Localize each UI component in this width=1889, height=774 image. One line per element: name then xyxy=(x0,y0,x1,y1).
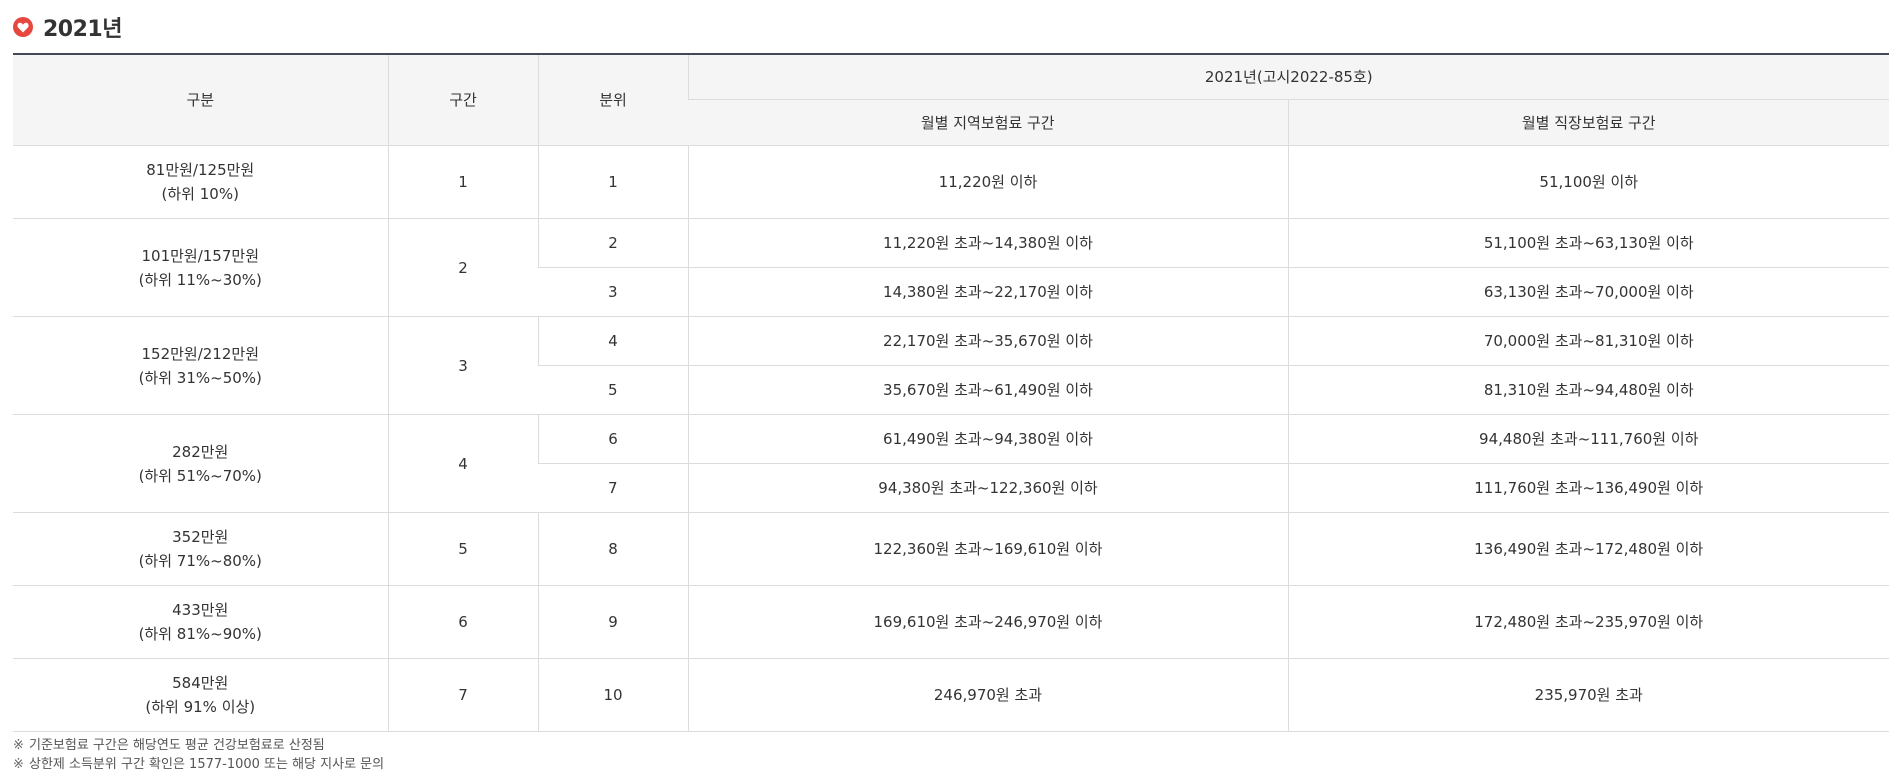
workplace-cell: 235,970원 초과 xyxy=(1287,658,1889,732)
header-regional: 월별 지역보험료 구간 xyxy=(688,99,1288,146)
band-cell: 3 xyxy=(387,316,538,415)
band-cell: 4 xyxy=(387,414,538,513)
workplace-cell: 136,490원 초과~172,480원 이하 xyxy=(1287,512,1889,586)
note-mark: ※ xyxy=(13,738,24,753)
header-band: 구간 xyxy=(387,54,538,146)
percentile-cell: 3 xyxy=(538,267,688,317)
heart-icon xyxy=(13,17,33,37)
workplace-cell: 63,130원 초과~70,000원 이하 xyxy=(1287,267,1889,317)
income-cell: 282만원 (하위 51%~70%) xyxy=(13,414,388,513)
workplace-cell: 81,310원 초과~94,480원 이하 xyxy=(1287,365,1889,415)
table-row: 282만원 (하위 51%~70%) 4 6 61,490원 초과~94,380… xyxy=(13,414,1889,513)
income-amount: 584만원 xyxy=(172,674,229,692)
band-cell: 1 xyxy=(387,145,538,219)
percentile-cell: 10 xyxy=(537,658,688,732)
workplace-cell: 111,760원 초과~136,490원 이하 xyxy=(1287,463,1889,513)
footnote-text: 상한제 소득분위 구간 확인은 1577-1000 또는 해당 지사로 문의 xyxy=(29,757,385,772)
premium-band-table: 구분 구간 분위 2021년(고시2022-85호) 월별 지역보험료 구간 월… xyxy=(13,53,1889,732)
regional-cell: 11,220원 초과~14,380원 이하 xyxy=(687,218,1288,268)
workplace-cell: 70,000원 초과~81,310원 이하 xyxy=(1287,316,1889,366)
percentile-cell: 6 xyxy=(537,414,688,464)
percentile-cell: 4 xyxy=(537,316,688,366)
income-range: (하위 51%~70%) xyxy=(138,466,262,485)
regional-cell: 61,490원 초과~94,380원 이하 xyxy=(687,414,1288,464)
income-range: (하위 71%~80%) xyxy=(138,552,262,570)
workplace-cell: 51,100원 초과~63,130원 이하 xyxy=(1287,218,1889,268)
percentile-cell: 9 xyxy=(537,585,688,659)
workplace-cell: 94,480원 초과~111,760원 이하 xyxy=(1287,414,1889,464)
footnote: ※ 기준보험료 구간은 해당연도 평균 건강보험료로 산정됨 xyxy=(13,736,384,755)
regional-cell: 169,610원 초과~246,970원 이하 xyxy=(687,585,1288,659)
regional-cell: 11,220원 이하 xyxy=(687,145,1288,219)
footnote: ※ 상한제 소득분위 구간 확인은 1577-1000 또는 해당 지사로 문의 xyxy=(13,755,384,774)
table-row: 152만원/212만원 (하위 31%~50%) 3 4 22,170원 초과~… xyxy=(13,316,1889,415)
table-row: 433만원 (하위 81%~90%) 6 9 169,610원 초과~246,9… xyxy=(13,585,1889,659)
income-cell: 101만원/157만원 (하위 11%~30%) xyxy=(13,218,388,317)
band-cell: 7 xyxy=(387,658,538,732)
band-cell: 6 xyxy=(387,585,538,659)
regional-cell: 94,380원 초과~122,360원 이하 xyxy=(687,463,1288,513)
income-cell: 433만원 (하위 81%~90%) xyxy=(13,585,388,659)
header-workplace: 월별 직장보험료 구간 xyxy=(1287,99,1889,146)
regional-cell: 246,970원 초과 xyxy=(687,658,1288,732)
header-percentile: 분위 xyxy=(537,54,688,146)
footnote-text: 기준보험료 구간은 해당연도 평균 건강보험료로 산정됨 xyxy=(29,738,325,753)
income-range: (하위 10%) xyxy=(161,185,239,203)
percentile-cell: 8 xyxy=(537,512,688,586)
workplace-cell: 51,100원 이하 xyxy=(1287,145,1889,219)
note-mark: ※ xyxy=(13,757,24,772)
income-cell: 81만원/125만원 (하위 10%) xyxy=(13,145,388,219)
header-group: 구분 xyxy=(13,54,388,146)
table-row: 101만원/157만원 (하위 11%~30%) 2 2 11,220원 초과~… xyxy=(13,218,1889,317)
table-row: 81만원/125만원 (하위 10%) 1 1 11,220원 이하 51,10… xyxy=(13,145,1889,219)
section-title: 2021년 xyxy=(43,17,122,42)
income-cell: 352만원 (하위 71%~80%) xyxy=(13,512,388,586)
band-cell: 5 xyxy=(387,512,538,586)
percentile-cell: 2 xyxy=(537,218,688,268)
income-amount: 352만원 xyxy=(172,528,229,546)
header-year-notice: 2021년(고시2022-85호) xyxy=(687,54,1889,100)
workplace-cell: 172,480원 초과~235,970원 이하 xyxy=(1287,585,1889,659)
income-range: (하위 11%~30%) xyxy=(138,270,262,289)
footnotes: ※ 기준보험료 구간은 해당연도 평균 건강보험료로 산정됨 ※ 상한제 소득분위 … xyxy=(13,736,384,774)
income-amount: 81만원/125만원 xyxy=(146,161,255,179)
percentile-cell: 5 xyxy=(538,365,688,415)
page: 2021년 구분 구간 분위 2021년(고시2022-85호) 월별 지역보험… xyxy=(0,0,1889,774)
income-amount: 101만원/157만원 xyxy=(141,246,259,265)
income-cell: 584만원 (하위 91% 이상) xyxy=(13,658,388,732)
regional-cell: 22,170원 초과~35,670원 이하 xyxy=(687,316,1288,366)
income-range: (하위 81%~90%) xyxy=(138,625,262,643)
table-row: 352만원 (하위 71%~80%) 5 8 122,360원 초과~169,6… xyxy=(13,512,1889,586)
regional-cell: 35,670원 초과~61,490원 이하 xyxy=(687,365,1288,415)
income-amount: 152만원/212만원 xyxy=(141,344,259,363)
income-amount: 433만원 xyxy=(172,601,229,619)
section-heading: 2021년 xyxy=(13,13,122,42)
table-header-row: 구분 구간 분위 2021년(고시2022-85호) xyxy=(13,54,1889,146)
income-range: (하위 31%~50%) xyxy=(138,368,262,387)
table-row: 584만원 (하위 91% 이상) 7 10 246,970원 초과 235,9… xyxy=(13,658,1889,732)
income-amount: 282만원 xyxy=(172,442,229,461)
regional-cell: 14,380원 초과~22,170원 이하 xyxy=(687,267,1288,317)
income-range: (하위 91% 이상) xyxy=(145,698,256,716)
regional-cell: 122,360원 초과~169,610원 이하 xyxy=(687,512,1288,586)
income-cell: 152만원/212만원 (하위 31%~50%) xyxy=(13,316,388,415)
percentile-cell: 1 xyxy=(537,145,688,219)
percentile-cell: 7 xyxy=(538,463,688,513)
band-cell: 2 xyxy=(387,218,538,317)
